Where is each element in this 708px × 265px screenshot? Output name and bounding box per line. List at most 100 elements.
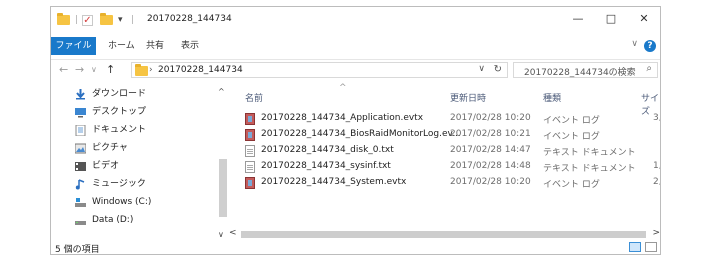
scroll-down-icon[interactable]: ∨ <box>218 230 224 239</box>
tab-view[interactable]: 表示 <box>181 37 199 55</box>
file-type: イベント ログ <box>543 132 600 142</box>
scroll-up-icon[interactable]: ^ <box>218 87 225 96</box>
forward-button[interactable]: → <box>75 63 84 76</box>
file-modified: 2017/02/28 10:21 <box>450 129 531 139</box>
nav-item-label: デスクトップ <box>92 107 147 117</box>
column-type[interactable]: 種類 <box>543 91 561 104</box>
documents-icon <box>75 124 86 136</box>
file-name: 20170228_144734_BiosRaidMonitorLog.ev... <box>261 129 461 139</box>
nav-item-downloads[interactable]: ダウンロード <box>75 85 146 103</box>
nav-item-label: ピクチャ <box>92 143 128 153</box>
pictures-icon <box>74 143 87 154</box>
window-title: 20170228_144734 <box>147 14 232 24</box>
customize-qa-icon[interactable]: ▾ <box>118 13 123 27</box>
event-log-file-icon <box>245 113 255 125</box>
column-modified[interactable]: 更新日時 <box>450 91 486 104</box>
scroll-left-icon[interactable]: < <box>229 228 237 238</box>
nav-item-music[interactable]: ミュージック <box>75 175 146 193</box>
folder-icon <box>57 13 70 27</box>
column-name[interactable]: 名前 <box>245 91 263 104</box>
file-modified: 2017/02/28 10:20 <box>450 177 531 187</box>
search-placeholder: 20170228_144734の検索 <box>524 68 636 78</box>
nav-item-label: Windows (C:) <box>92 197 152 207</box>
file-modified: 2017/02/28 14:48 <box>450 161 531 171</box>
nav-item-videos[interactable]: ビデオ <box>75 157 119 175</box>
nav-item-drive-d[interactable]: Data (D:) <box>75 211 133 229</box>
explorer-window: | ✓ ▾ | 20170228_144734 — □ ✕ ファイル ホーム 共… <box>50 6 661 255</box>
horizontal-scrollbar[interactable]: < > <box>227 228 660 239</box>
file-modified: 2017/02/28 14:47 <box>450 145 531 155</box>
title-bar: | ✓ ▾ | 20170228_144734 — □ ✕ <box>51 7 660 33</box>
minimize-button[interactable]: — <box>567 11 589 27</box>
event-log-file-icon <box>245 177 255 189</box>
qa-divider: | <box>75 15 79 25</box>
nav-scrollbar[interactable]: ^ ∨ <box>217 87 229 239</box>
ribbon: ファイル ホーム 共有 表示 ∨ ? <box>51 37 660 55</box>
large-icons-view-icon[interactable] <box>645 242 657 252</box>
search-icon[interactable]: ⌕ <box>646 63 652 74</box>
new-folder-icon[interactable] <box>100 13 113 27</box>
nav-item-label: ミュージック <box>92 179 146 189</box>
item-count: 5 個の項目 <box>55 245 100 255</box>
properties-check-icon[interactable]: ✓ <box>82 13 93 27</box>
scroll-right-icon[interactable]: > <box>652 228 660 238</box>
scroll-thumb[interactable] <box>241 231 646 238</box>
nav-item-drive-c[interactable]: Windows (C:) <box>75 193 151 211</box>
nav-item-label: ビデオ <box>92 161 120 171</box>
file-row[interactable]: 20170228_144734_Application.evtx 2017/02… <box>239 111 661 127</box>
scroll-thumb[interactable] <box>219 159 227 217</box>
sort-ascending-icon: ^ <box>339 83 347 93</box>
file-size: 3, <box>653 113 661 123</box>
status-bar: 5 個の項目 <box>51 241 660 255</box>
address-bar[interactable]: › 20170228_144734 ∨ ↻ <box>131 62 508 78</box>
file-name: 20170228_144734_System.evtx <box>261 177 407 187</box>
file-type: イベント ログ <box>543 116 600 126</box>
nav-item-label: ドキュメント <box>92 125 147 135</box>
file-name: 20170228_144734_sysinf.txt <box>261 161 391 171</box>
file-type: テキスト ドキュメント <box>543 148 636 158</box>
address-row: ← → ∨ ↑ › 20170228_144734 ∨ ↻ 20170228_1… <box>51 59 660 82</box>
text-file-icon <box>245 145 255 157</box>
address-dropdown-icon[interactable]: ∨ <box>478 64 485 74</box>
file-row[interactable]: 20170228_144734_BiosRaidMonitorLog.ev...… <box>239 127 660 143</box>
videos-icon <box>75 161 86 172</box>
nav-item-label: Data (D:) <box>92 215 134 225</box>
nav-item-desktop[interactable]: デスクトップ <box>75 103 146 121</box>
drive-d-icon <box>75 215 86 226</box>
file-type: イベント ログ <box>543 180 600 190</box>
breadcrumb-separator: › <box>149 65 153 75</box>
refresh-icon[interactable]: ↻ <box>494 64 502 75</box>
file-modified: 2017/02/28 10:20 <box>450 113 531 123</box>
file-row[interactable]: 20170228_144734_sysinf.txt 2017/02/28 14… <box>239 159 661 175</box>
close-button[interactable]: ✕ <box>633 11 655 27</box>
desktop-icon <box>75 107 86 118</box>
file-tab[interactable]: ファイル <box>51 37 96 55</box>
up-button[interactable]: ↑ <box>106 63 115 76</box>
search-input[interactable]: 20170228_144734の検索 ⌕ <box>513 62 658 78</box>
tab-home[interactable]: ホーム <box>108 37 135 55</box>
file-size: 1, <box>653 161 661 171</box>
file-name: 20170228_144734_Application.evtx <box>261 113 424 123</box>
file-row[interactable]: 20170228_144734_disk_0.txt 2017/02/28 14… <box>239 143 660 159</box>
recent-locations-button[interactable]: ∨ <box>91 65 97 74</box>
file-name: 20170228_144734_disk_0.txt <box>261 145 394 155</box>
maximize-button[interactable]: □ <box>600 11 622 27</box>
help-icon[interactable]: ? <box>644 40 656 52</box>
download-icon <box>75 88 86 100</box>
file-row[interactable]: 20170228_144734_System.evtx 2017/02/28 1… <box>239 175 661 191</box>
column-header: 名前 ^ 更新日時 種類 サイズ <box>239 83 660 117</box>
music-icon <box>75 178 86 190</box>
tab-share[interactable]: 共有 <box>146 37 164 55</box>
navigation-pane: ダウンロード デスクトップ ドキュメント ピクチャ ビデオ ミュージック Win… <box>51 85 231 237</box>
nav-item-documents[interactable]: ドキュメント <box>75 121 146 139</box>
drive-c-icon <box>75 197 86 208</box>
file-size: 2, <box>653 177 661 187</box>
details-view-icon[interactable] <box>629 242 641 252</box>
nav-item-pictures[interactable]: ピクチャ <box>74 139 128 157</box>
file-type: テキスト ドキュメント <box>543 164 636 174</box>
breadcrumb-path[interactable]: 20170228_144734 <box>158 65 243 75</box>
text-file-icon <box>245 161 255 173</box>
expand-ribbon-icon[interactable]: ∨ <box>631 39 638 49</box>
back-button[interactable]: ← <box>59 63 68 76</box>
title-divider: | <box>131 15 135 25</box>
